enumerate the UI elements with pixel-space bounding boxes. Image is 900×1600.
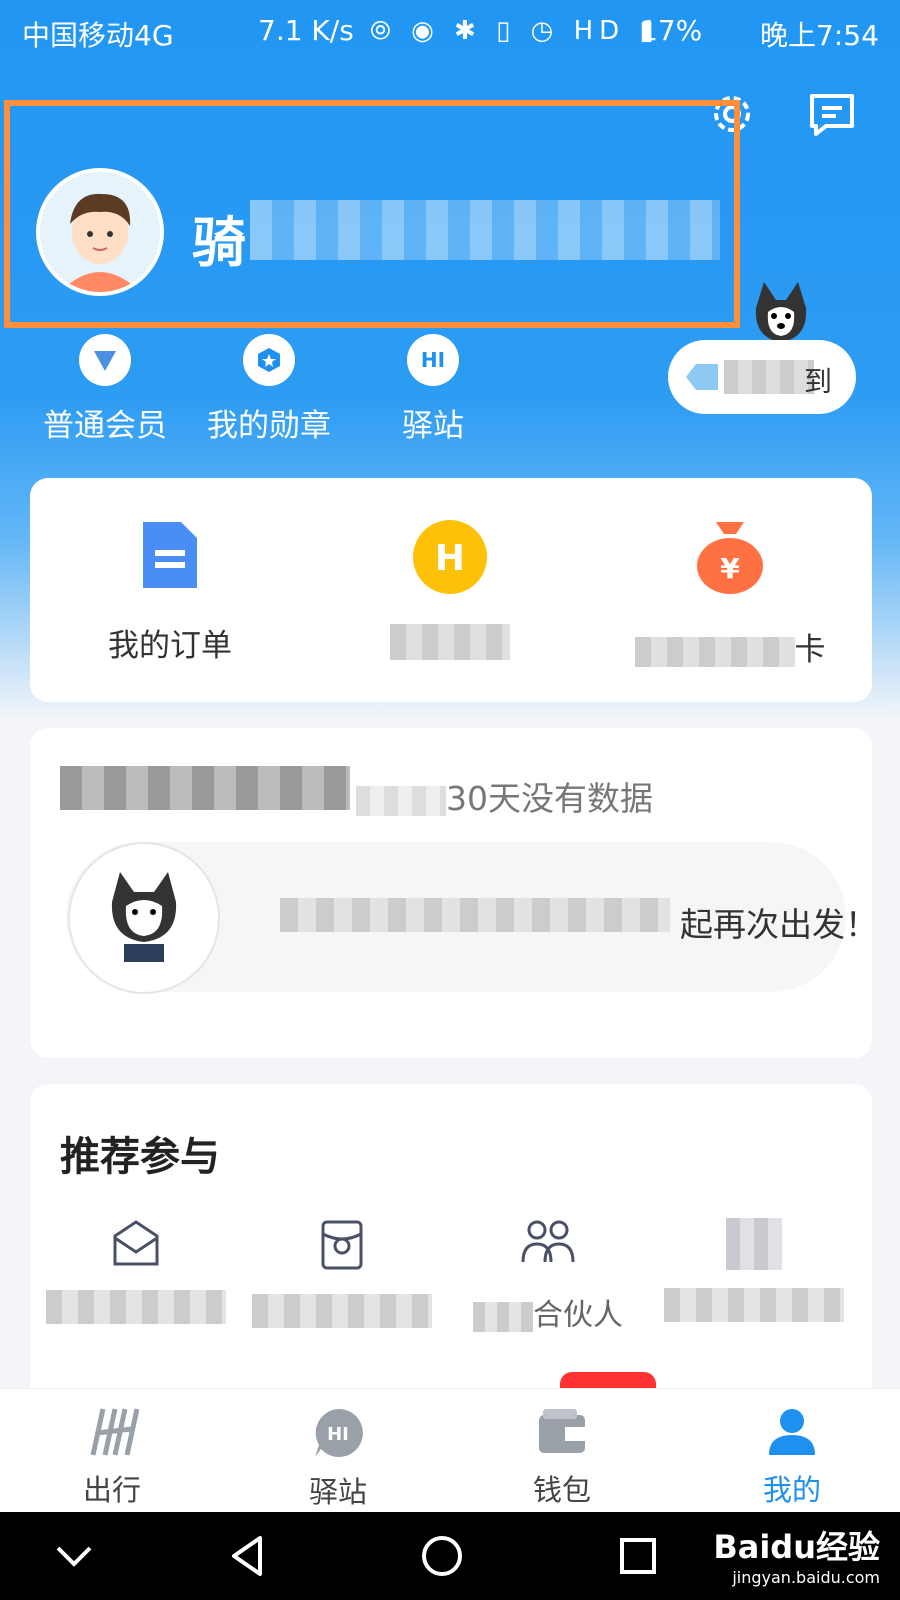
carrier-label: 中国移动4G: [22, 19, 174, 52]
quick-link-medals[interactable]: 我的勋章: [194, 334, 344, 445]
recommend-label-redacted: [664, 1288, 844, 1322]
bottom-tab-bar: 出行 HI 驿站 钱包 我的: [0, 1388, 900, 1513]
recommend-item[interactable]: [252, 1218, 432, 1328]
network-speed: 7.1 K/s: [258, 14, 354, 47]
hi-chat-icon: HI: [315, 1408, 363, 1457]
sign-pill-text: 到: [804, 365, 833, 398]
medal-icon: [243, 334, 295, 386]
trip-notice: 30天没有数据: [356, 772, 653, 820]
recommend-item[interactable]: [46, 1218, 226, 1324]
tab-wallet[interactable]: 钱包: [492, 1407, 632, 1509]
clock: 晚上7:54: [760, 19, 879, 52]
service-label: 我的订单: [108, 628, 232, 664]
partners-icon: [521, 1220, 575, 1263]
watermark-url: jingyan.baidu.com: [732, 1568, 880, 1587]
quick-link-label: 我的勋章: [207, 408, 331, 444]
h-coin-icon: H: [413, 520, 487, 594]
redacted-trip-message: [280, 898, 670, 932]
recommend-label-text: 合伙人: [533, 1298, 623, 1333]
quick-link-station[interactable]: HI 驿站: [358, 334, 508, 445]
recents-icon[interactable]: [616, 1534, 660, 1578]
svg-text:HI: HI: [327, 1424, 349, 1445]
redacted-sign-text: [724, 360, 814, 394]
status-bar: 中国移动4G 7.1 K/s ⦾ ◉ ✱ ▯ ◷ HD ▮ 17% 晚上7:54: [0, 0, 900, 62]
section-title: 推荐参与: [60, 1134, 220, 1180]
recommend-item[interactable]: [664, 1218, 844, 1322]
mascot-circle: [68, 842, 220, 994]
highlight-box: [4, 100, 740, 328]
hellobike-logo-icon: [90, 1408, 140, 1456]
service-label-redacted: [390, 624, 510, 660]
collapse-chevron-icon[interactable]: [52, 1534, 96, 1578]
tab-label: 我的: [762, 1473, 821, 1507]
recommend-label-redacted: [46, 1290, 226, 1324]
svg-text:¥: ¥: [720, 552, 740, 585]
service-label-text: 卡: [794, 632, 826, 668]
quick-link-member[interactable]: 普通会员: [30, 334, 180, 445]
redacted-trip-title: [60, 766, 350, 810]
trip-notice-text: 30天没有数据: [446, 779, 653, 818]
red-packet-icon: [321, 1220, 363, 1270]
hi-icon: HI: [407, 334, 459, 386]
service-label: 卡: [590, 624, 870, 669]
services-card: 我的订单 H ¥ 卡: [30, 478, 872, 702]
quick-link-label: 驿站: [402, 408, 464, 444]
tab-label: 出行: [82, 1473, 141, 1507]
service-orders[interactable]: 我的订单: [30, 518, 310, 665]
message-icon[interactable]: [808, 92, 856, 138]
tab-station[interactable]: HI 驿站: [268, 1407, 408, 1511]
service-card[interactable]: ¥ 卡: [590, 518, 870, 669]
quick-link-label: 普通会员: [43, 408, 167, 444]
member-triangle-icon: [79, 334, 131, 386]
wallet-icon: [539, 1409, 585, 1453]
back-icon[interactable]: [226, 1534, 270, 1578]
person-icon: [769, 1409, 815, 1455]
battery-level: 17%: [640, 14, 703, 47]
husky-mascot-icon: [111, 872, 177, 962]
status-icons: ⦾ ◉ ✱ ▯ ◷ HD ▮: [370, 16, 660, 46]
recommend-label-redacted: [252, 1294, 432, 1328]
home-icon[interactable]: [420, 1534, 464, 1578]
tab-mine[interactable]: 我的: [722, 1407, 862, 1509]
service-coins[interactable]: H: [310, 518, 590, 660]
watermark: Baidu经验 jingyan.baidu.com: [713, 1522, 880, 1587]
husky-mascot-icon: [755, 282, 807, 342]
watermark-brand: Baidu经验: [713, 1528, 880, 1566]
tab-travel[interactable]: 出行: [42, 1407, 182, 1509]
tag-icon: [686, 364, 718, 390]
envelope-icon: [113, 1220, 159, 1266]
svg-text:H: H: [435, 538, 465, 579]
document-icon: [143, 522, 197, 588]
recommend-label: 合伙人: [458, 1290, 638, 1334]
recommend-item[interactable]: 合伙人: [458, 1218, 638, 1334]
tab-label: 驿站: [308, 1475, 367, 1509]
sign-in-button[interactable]: 到: [668, 340, 856, 414]
tab-label: 钱包: [532, 1473, 591, 1507]
system-nav-bar: Baidu经验 jingyan.baidu.com: [0, 1512, 900, 1600]
money-bag-icon: ¥: [697, 522, 763, 594]
trip-message: 起再次出发！: [680, 905, 878, 944]
blurred-icon: [726, 1218, 782, 1270]
